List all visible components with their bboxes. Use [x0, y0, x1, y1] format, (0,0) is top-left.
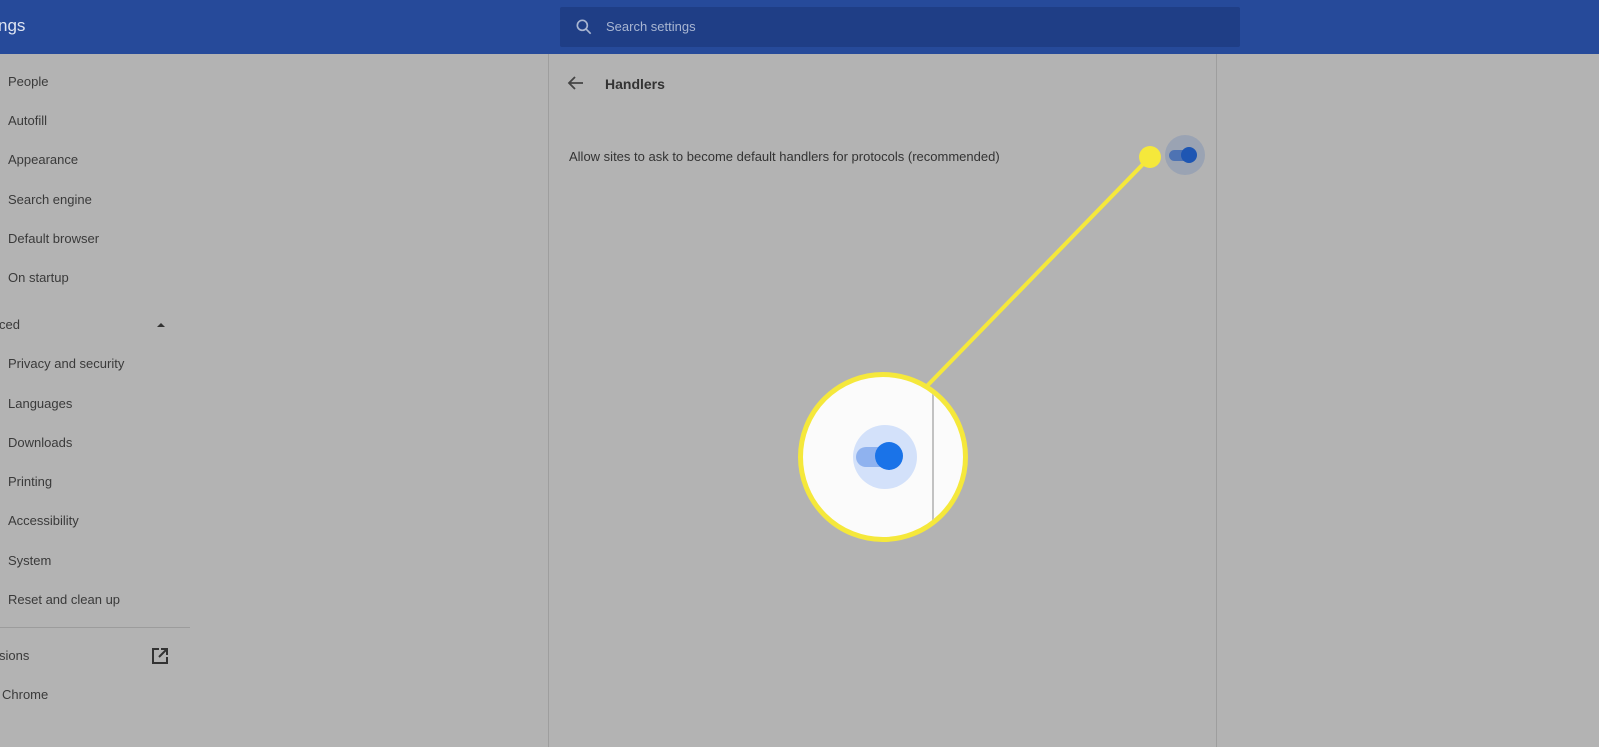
magnified-toggle-callout	[798, 372, 968, 542]
page-title: ngs	[0, 16, 26, 35]
sidebar-item-system[interactable]: System	[8, 553, 51, 568]
sidebar-item-about-chrome[interactable]: Chrome	[2, 687, 48, 702]
handlers-setting-label: Allow sites to ask to become default han…	[569, 149, 1000, 164]
toggle-knob-zoomed	[875, 442, 903, 470]
sidebar-divider	[0, 627, 190, 628]
sidebar-item-autofill[interactable]: Autofill	[8, 113, 47, 128]
toggle-knob	[1181, 147, 1197, 163]
sidebar-item-printing[interactable]: Printing	[8, 474, 52, 489]
caret-up-icon[interactable]	[155, 321, 167, 329]
search-placeholder: Search settings	[606, 19, 696, 34]
sidebar-item-downloads[interactable]: Downloads	[8, 435, 72, 450]
search-icon	[576, 19, 592, 35]
panel-title: Handlers	[605, 76, 665, 92]
panel-edge	[932, 377, 934, 537]
sidebar-item-reset[interactable]: Reset and clean up	[8, 592, 120, 607]
external-link-icon[interactable]	[151, 647, 169, 665]
sidebar-item-on-startup[interactable]: On startup	[8, 270, 69, 285]
header-bar: ngs Search settings	[0, 0, 1599, 54]
sidebar-item-languages[interactable]: Languages	[8, 396, 72, 411]
sidebar-item-search-engine[interactable]: Search engine	[8, 192, 92, 207]
sidebar-item-accessibility[interactable]: Accessibility	[8, 513, 79, 528]
sidebar-item-people[interactable]: People	[8, 74, 48, 89]
search-input[interactable]: Search settings	[560, 7, 1240, 47]
sidebar-advanced-toggle[interactable]: ced	[0, 317, 20, 332]
sidebar-item-extensions[interactable]: sions	[0, 648, 29, 663]
sidebar-item-appearance[interactable]: Appearance	[8, 152, 78, 167]
sidebar-item-default-browser[interactable]: Default browser	[8, 231, 99, 246]
sidebar-item-privacy[interactable]: Privacy and security	[8, 356, 124, 371]
handlers-toggle[interactable]	[1165, 135, 1205, 175]
back-arrow-icon[interactable]	[567, 74, 585, 92]
